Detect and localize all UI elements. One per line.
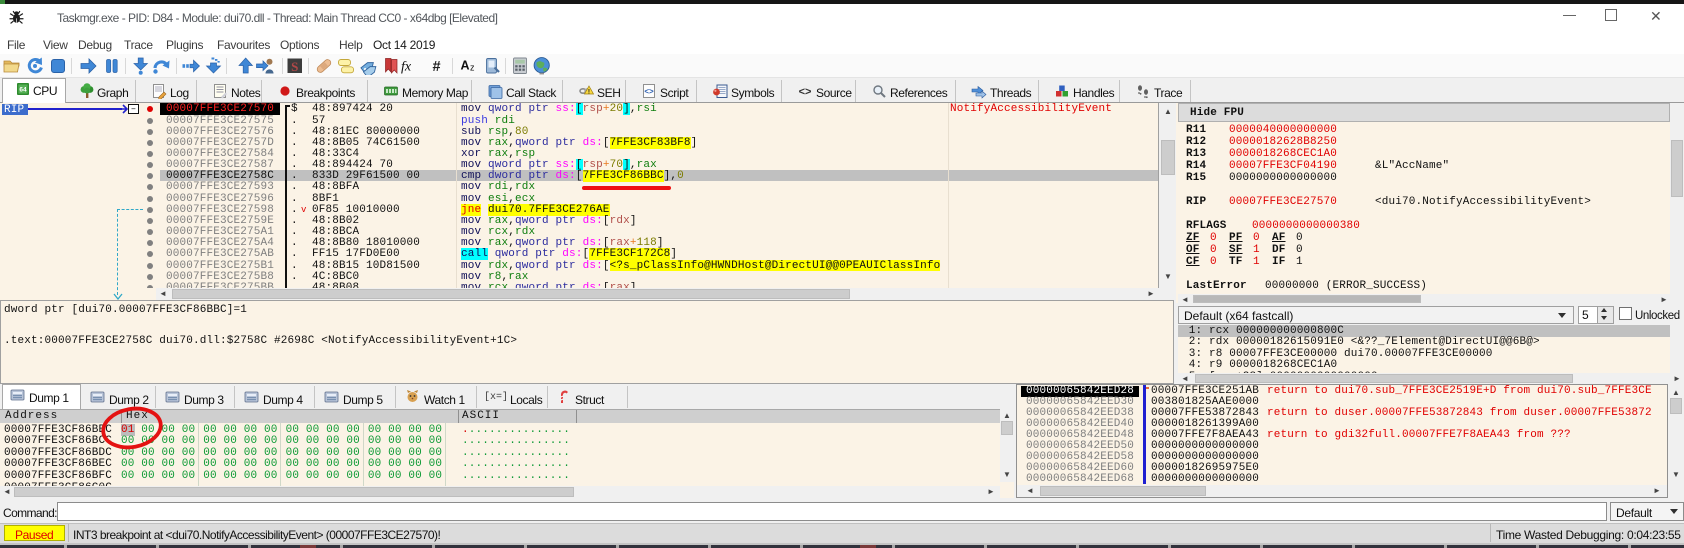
svg-text:64: 64 <box>19 87 27 94</box>
svg-text:z: z <box>470 63 475 73</box>
svg-text:S: S <box>291 59 298 74</box>
svg-text:<>: <> <box>799 86 812 98</box>
svg-text:#: # <box>433 59 441 75</box>
svg-text:!: ! <box>588 89 590 96</box>
svg-text:A: A <box>461 59 470 73</box>
svg-text:fx: fx <box>401 60 412 75</box>
svg-text:<>: <> <box>644 87 654 96</box>
